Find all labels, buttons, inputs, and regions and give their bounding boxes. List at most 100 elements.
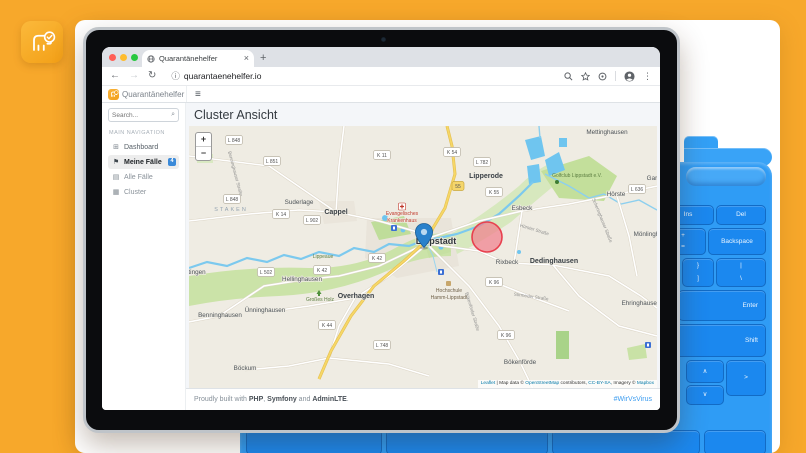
keyboard-key[interactable]: Shift bbox=[668, 324, 766, 357]
key-label: \ bbox=[740, 276, 742, 283]
svg-text:K 96: K 96 bbox=[501, 333, 512, 339]
svg-text:L 748: L 748 bbox=[376, 343, 389, 349]
keyboard-key[interactable]: }] bbox=[682, 258, 714, 287]
sidebar-item-label: Cluster bbox=[124, 189, 146, 196]
keyboard-key[interactable]: Backspace bbox=[708, 228, 766, 255]
svg-text:K 55: K 55 bbox=[489, 190, 500, 196]
search-input[interactable] bbox=[112, 112, 171, 119]
road-shield: L 502 bbox=[258, 268, 275, 277]
map-label: tingen bbox=[189, 269, 206, 276]
bookmark-star-icon[interactable] bbox=[581, 72, 590, 81]
page-info-icon[interactable]: ⓘ bbox=[171, 70, 180, 82]
tab-title: Quarantänehelfer bbox=[159, 54, 244, 63]
zoom-in-button[interactable]: + bbox=[196, 133, 211, 147]
sidebar-item-label: Meine Fälle bbox=[124, 159, 162, 166]
zoom-out-button[interactable]: − bbox=[196, 147, 211, 160]
search-icon[interactable] bbox=[564, 72, 573, 81]
minimize-window-button[interactable] bbox=[120, 54, 127, 61]
browser-tabstrip: Quarantänehelfer × + bbox=[102, 47, 660, 67]
sidebar-item-meine-faelle[interactable]: ⚑ Meine Fälle 4 bbox=[108, 155, 179, 169]
brand-name: Quarantänehelfer bbox=[122, 90, 184, 99]
back-icon[interactable]: ← bbox=[110, 71, 120, 81]
keyboard-key[interactable] bbox=[552, 430, 700, 453]
svg-text:L 636: L 636 bbox=[631, 187, 644, 193]
map-label: Garfeln bbox=[647, 175, 657, 182]
forward-icon[interactable]: → bbox=[129, 71, 139, 81]
browser-tab[interactable]: Quarantänehelfer × bbox=[142, 50, 254, 67]
footer-text: Proudly built with PHP, Symfony and Admi… bbox=[194, 396, 349, 403]
profile-avatar-icon[interactable] bbox=[624, 71, 635, 82]
license-link[interactable]: CC-BY-SA bbox=[588, 381, 610, 386]
svg-text:K 42: K 42 bbox=[372, 256, 383, 262]
symfony-link[interactable]: Symfony bbox=[267, 396, 297, 403]
sidebar-item-alle-faelle[interactable]: ▤ Alle Fälle bbox=[108, 170, 179, 184]
leaflet-link[interactable]: Leaflet bbox=[481, 381, 495, 386]
keyboard-key[interactable]: > bbox=[726, 360, 766, 396]
attribution-text: , Imagery © bbox=[611, 381, 637, 386]
circle-icon[interactable] bbox=[598, 72, 607, 81]
elephant-check-icon bbox=[26, 26, 58, 58]
map-label: Dedinghausen bbox=[530, 258, 578, 265]
sidebar-toggle-icon[interactable]: ≡ bbox=[195, 89, 201, 100]
map-label: Ehringhausen bbox=[622, 300, 657, 307]
road-shield: 55 bbox=[452, 182, 464, 191]
app-navbar: Quarantänehelfer ≡ bbox=[102, 86, 660, 103]
svg-text:K 54: K 54 bbox=[447, 150, 458, 156]
app-footer: Proudly built with PHP, Symfony and Admi… bbox=[186, 388, 660, 410]
road-shield: L 848 bbox=[224, 195, 241, 204]
road-shield: L 902 bbox=[304, 216, 321, 225]
key-label: ] bbox=[697, 276, 699, 283]
dashboard-icon: ⊞ bbox=[111, 143, 121, 151]
reload-icon[interactable]: ↻ bbox=[148, 71, 156, 81]
road-shield: L 848 bbox=[226, 136, 243, 145]
map-label: Lippeaue bbox=[313, 254, 334, 260]
url-field[interactable]: quarantaenehelfer.io bbox=[184, 71, 564, 81]
map-label: Böckum bbox=[234, 365, 257, 372]
svg-text:K 14: K 14 bbox=[276, 212, 287, 218]
main-content: Cluster Ansicht bbox=[186, 103, 660, 410]
browser-menu-icon[interactable]: ⋮ bbox=[643, 71, 652, 82]
keyboard-key[interactable]: Enter bbox=[678, 290, 766, 321]
keyboard-key[interactable] bbox=[704, 430, 766, 453]
key-label: Backspace bbox=[721, 238, 753, 245]
sidebar-search[interactable]: ⌕ bbox=[108, 108, 179, 122]
osm-link[interactable]: OpenStreetMap bbox=[525, 381, 559, 386]
keyboard-key[interactable]: Del bbox=[716, 205, 766, 225]
count-badge: 4 bbox=[168, 158, 176, 166]
key-label: ∧ bbox=[703, 368, 708, 375]
keyboard-key[interactable]: ∨ bbox=[686, 385, 724, 405]
sidebar-item-label: Dashboard bbox=[124, 144, 158, 151]
map-label: Cappel bbox=[324, 209, 347, 216]
road-shield: L 851 bbox=[264, 157, 281, 166]
svg-text:L 848: L 848 bbox=[228, 138, 241, 144]
keyboard-key[interactable] bbox=[386, 430, 548, 453]
keyboard-key[interactable]: |\ bbox=[716, 258, 766, 287]
new-tab-button[interactable]: + bbox=[260, 51, 266, 65]
search-submit-icon[interactable]: ⌕ bbox=[171, 111, 175, 119]
camera-icon bbox=[381, 37, 386, 42]
adminlte-link[interactable]: AdminLTE bbox=[312, 396, 346, 403]
mapbox-link[interactable]: Mapbox bbox=[637, 381, 654, 386]
keyboard-key[interactable]: ∧ bbox=[686, 360, 724, 383]
road-shield: K 11 bbox=[374, 151, 391, 160]
sidebar-item-cluster[interactable]: ▦ Cluster bbox=[108, 185, 179, 199]
svg-text:K 96: K 96 bbox=[489, 280, 500, 286]
svg-text:L 502: L 502 bbox=[260, 270, 273, 276]
map-canvas: LippstadtCappelLipperodeSuderlageMetting… bbox=[189, 126, 657, 388]
map-label: Rixbeck bbox=[496, 259, 519, 266]
school-icon bbox=[446, 281, 451, 286]
sidebar-item-dashboard[interactable]: ⊞ Dashboard bbox=[108, 140, 179, 154]
flag-icon: ⚑ bbox=[111, 158, 121, 166]
keyboard-key[interactable] bbox=[246, 430, 382, 453]
close-window-button[interactable] bbox=[109, 54, 116, 61]
road-shield: K 42 bbox=[314, 266, 331, 275]
wirvsvirus-hashtag-link[interactable]: #WirVsVirus bbox=[614, 396, 652, 403]
app-logo-icon bbox=[108, 89, 119, 100]
cluster-map[interactable]: LippstadtCappelLipperodeSuderlageMetting… bbox=[189, 126, 657, 388]
brand-zone[interactable]: Quarantänehelfer bbox=[102, 86, 187, 102]
road-shield: K 14 bbox=[273, 210, 290, 219]
maximize-window-button[interactable] bbox=[131, 54, 138, 61]
transit-icon bbox=[645, 342, 651, 348]
php-link[interactable]: PHP bbox=[249, 396, 263, 403]
tab-close-icon[interactable]: × bbox=[244, 54, 249, 63]
